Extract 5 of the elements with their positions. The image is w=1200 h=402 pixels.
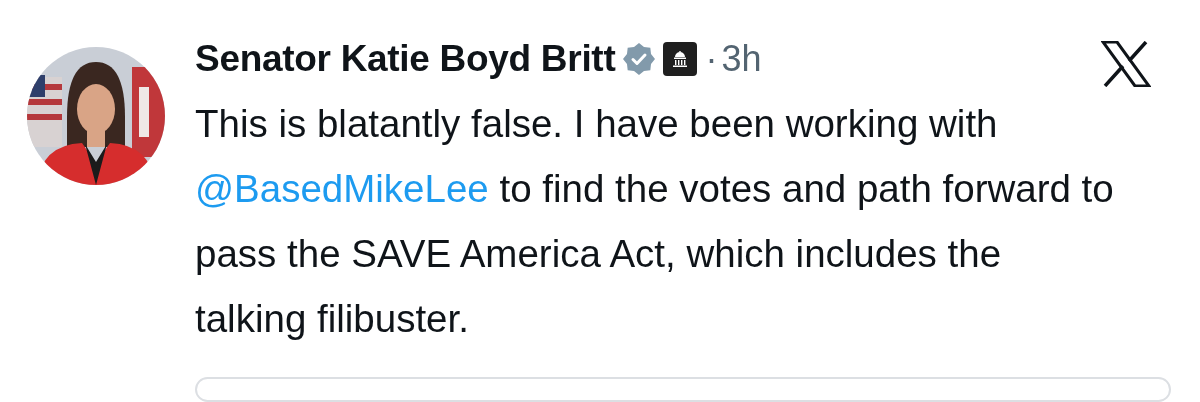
post-time[interactable]: 3h <box>721 38 762 80</box>
post-text: This is blatantly false. I have been working with @BasedMikeLee to find the votes and path forward to pass the SAVE America Act, which includes the talking filibuster. <box>195 101 1115 342</box>
x-logo-icon[interactable] <box>1101 41 1151 87</box>
author-name[interactable]: Senator Katie Boyd Britt <box>195 38 616 80</box>
separator-dot: · <box>705 38 718 80</box>
